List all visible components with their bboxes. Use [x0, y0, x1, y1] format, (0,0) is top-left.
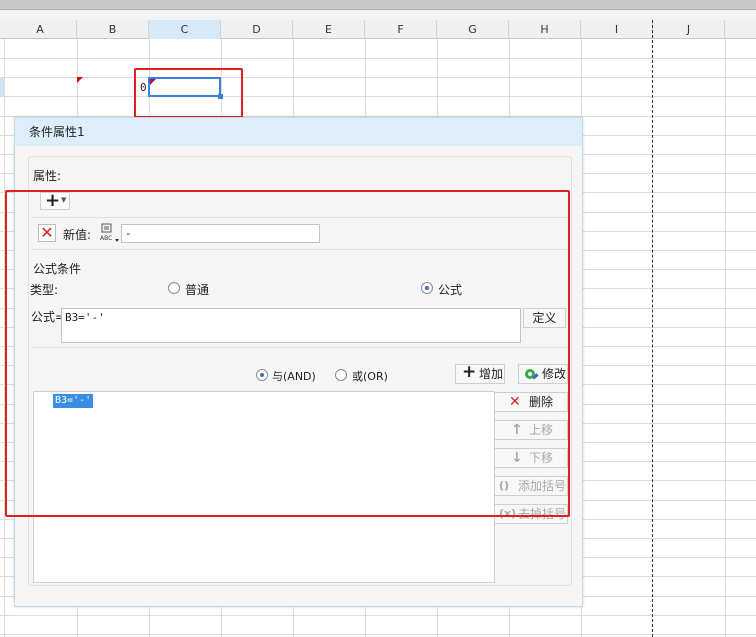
- remove-bracket-button[interactable]: (x) 去掉括号: [494, 504, 568, 524]
- logic-or-label[interactable]: 或(OR): [352, 368, 388, 384]
- column-header-e[interactable]: E: [293, 20, 365, 39]
- column-header-a[interactable]: A: [4, 20, 77, 39]
- plus-icon: +: [462, 362, 477, 382]
- type-formula-label[interactable]: 公式: [438, 281, 462, 298]
- add-bracket-button[interactable]: () 添加括号: [494, 476, 568, 496]
- dialog-title: 条件属性1: [15, 118, 582, 146]
- modify-condition-button[interactable]: 修改: [518, 364, 568, 384]
- cell-b3-marker: [77, 77, 83, 83]
- grid-row-line: [0, 634, 756, 635]
- list-item[interactable]: B3='-': [53, 394, 94, 408]
- new-value-label: 新值:: [63, 228, 92, 242]
- grid-row-line: [0, 58, 756, 59]
- toolbar-strip: [0, 0, 756, 10]
- page-break-line: [652, 20, 653, 637]
- plus-icon: +: [45, 190, 61, 211]
- column-header-d[interactable]: D: [221, 20, 293, 39]
- column-header-h[interactable]: H: [509, 20, 581, 39]
- row-selection-marker: [0, 77, 4, 96]
- divider: [32, 347, 569, 348]
- logic-and-label[interactable]: 与(AND): [272, 368, 316, 384]
- gear-edit-icon: [523, 366, 539, 387]
- type-normal-label[interactable]: 普通: [185, 281, 209, 298]
- move-up-button[interactable]: ↑ 上移: [494, 420, 568, 440]
- radio-logic-or[interactable]: [335, 369, 347, 381]
- column-header-b[interactable]: B: [77, 20, 149, 39]
- column-header-g[interactable]: G: [437, 20, 509, 39]
- type-label: 类型:: [30, 283, 59, 297]
- define-button[interactable]: 定义: [523, 308, 566, 328]
- formula-input[interactable]: B3='-': [61, 308, 521, 343]
- radio-type-formula[interactable]: [421, 282, 433, 294]
- column-header-c[interactable]: C: [149, 20, 221, 39]
- radio-logic-and[interactable]: [256, 369, 268, 381]
- formula-condition-title: 公式条件: [33, 262, 82, 276]
- arrow-down-icon: ↓: [511, 450, 523, 466]
- formula-bar-strip: [0, 10, 756, 20]
- arrow-up-icon: ↑: [511, 422, 523, 438]
- grid-row-line: [0, 77, 756, 78]
- condition-properties-dialog: 条件属性1 属性: + ▼ ✕ 新值: ABC - 公式条件 类型: 普通 公式…: [14, 117, 583, 607]
- column-header-j[interactable]: J: [653, 20, 725, 39]
- divider: [32, 217, 569, 218]
- red-x-icon[interactable]: ✕: [38, 224, 56, 242]
- bracket-icon: (): [499, 479, 510, 492]
- cell-c3-value: 0: [140, 81, 147, 94]
- formula-label: 公式=: [31, 310, 66, 324]
- new-value-input[interactable]: -: [121, 224, 320, 243]
- red-x-icon: ✕: [509, 394, 521, 410]
- grid-row-line: [0, 96, 756, 97]
- grid-column-line: [725, 39, 726, 637]
- add-property-button[interactable]: + ▼: [40, 190, 70, 211]
- svg-text:ABC: ABC: [100, 235, 112, 242]
- properties-label: 属性:: [33, 169, 62, 183]
- grid-column-line: [4, 39, 5, 637]
- divider: [32, 249, 569, 250]
- move-down-button[interactable]: ↓ 下移: [494, 448, 568, 468]
- grid-row-line: [0, 615, 756, 616]
- delete-condition-button[interactable]: ✕ 删除: [494, 392, 568, 412]
- chevron-down-icon: ▼: [61, 196, 67, 204]
- radio-type-normal[interactable]: [168, 282, 180, 294]
- cell-c3-marker: [150, 79, 156, 85]
- fill-handle[interactable]: [218, 94, 223, 99]
- active-cell-c3[interactable]: [148, 77, 221, 97]
- condition-list[interactable]: B3='-': [33, 391, 495, 583]
- bracket-remove-icon: (x): [499, 507, 517, 520]
- column-header-f[interactable]: F: [365, 20, 437, 39]
- add-condition-button[interactable]: + 增加: [455, 362, 505, 384]
- column-header-i[interactable]: I: [581, 20, 653, 39]
- abc-format-icon[interactable]: ABC: [99, 223, 119, 243]
